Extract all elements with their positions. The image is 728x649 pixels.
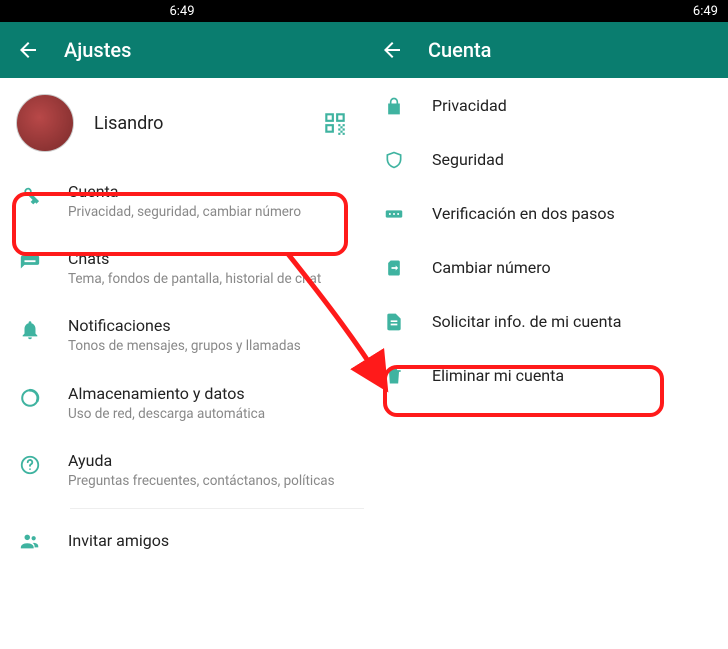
account-item-privacy[interactable]: Privacidad: [364, 78, 728, 132]
item-title: Invitar amigos: [68, 531, 346, 550]
account-item-delete[interactable]: Eliminar mi cuenta: [364, 348, 728, 402]
item-subtitle: Privacidad, seguridad, cambiar número: [68, 203, 346, 221]
app-bar: Cuenta: [364, 22, 728, 78]
settings-screen: 6:49 Ajustes Lisandro Cuenta Privacidad,…: [0, 0, 364, 649]
item-title: Verificación en dos pasos: [432, 204, 710, 223]
qr-code-icon[interactable]: [322, 110, 348, 136]
help-icon: [18, 453, 42, 477]
divider: [70, 508, 364, 509]
status-bar: 6:49: [364, 0, 728, 22]
status-time: 6:49: [169, 4, 194, 19]
item-title: Eliminar mi cuenta: [432, 366, 710, 385]
account-item-change-number[interactable]: Cambiar número: [364, 240, 728, 294]
sim-swap-icon: [382, 256, 406, 280]
lock-icon: [382, 94, 406, 118]
account-item-request-info[interactable]: Solicitar info. de mi cuenta: [364, 294, 728, 348]
item-subtitle: Uso de red, descarga automática: [68, 405, 346, 423]
settings-item-account[interactable]: Cuenta Privacidad, seguridad, cambiar nú…: [0, 168, 364, 235]
avatar: [16, 94, 74, 152]
settings-item-notifications[interactable]: Notificaciones Tonos de mensajes, grupos…: [0, 302, 364, 369]
item-title: Chats: [68, 249, 346, 268]
status-time: 6:49: [693, 4, 718, 19]
settings-item-chats[interactable]: Chats Tema, fondos de pantalla, historia…: [0, 235, 364, 302]
account-list: Privacidad Seguridad Verificación en dos…: [364, 78, 728, 402]
settings-item-invite[interactable]: Invitar amigos: [0, 513, 364, 567]
back-arrow-icon[interactable]: [380, 38, 404, 62]
chat-icon: [18, 251, 42, 275]
status-bar: 6:49: [0, 0, 364, 22]
item-title: Privacidad: [432, 96, 710, 115]
trash-icon: [382, 364, 406, 388]
page-title: Ajustes: [64, 38, 131, 62]
item-subtitle: Tema, fondos de pantalla, historial de c…: [68, 270, 346, 288]
account-item-two-step[interactable]: Verificación en dos pasos: [364, 186, 728, 240]
item-subtitle: Tonos de mensajes, grupos y llamadas: [68, 337, 346, 355]
people-icon: [18, 529, 42, 553]
settings-item-storage[interactable]: Almacenamiento y datos Uso de red, desca…: [0, 370, 364, 437]
shield-icon: [382, 148, 406, 172]
account-item-security[interactable]: Seguridad: [364, 132, 728, 186]
item-title: Solicitar info. de mi cuenta: [432, 312, 710, 331]
app-bar: Ajustes: [0, 22, 364, 78]
item-title: Ayuda: [68, 451, 346, 470]
item-title: Seguridad: [432, 150, 710, 169]
bell-icon: [18, 318, 42, 342]
key-icon: [18, 184, 42, 208]
account-screen: 6:49 Cuenta Privacidad Seguridad Verific…: [364, 0, 728, 649]
settings-item-help[interactable]: Ayuda Preguntas frecuentes, contáctanos,…: [0, 437, 364, 504]
settings-list: Cuenta Privacidad, seguridad, cambiar nú…: [0, 168, 364, 567]
back-arrow-icon[interactable]: [16, 38, 40, 62]
item-title: Almacenamiento y datos: [68, 384, 346, 403]
profile-name: Lisandro: [94, 113, 302, 134]
document-icon: [382, 310, 406, 334]
item-title: Notificaciones: [68, 316, 346, 335]
data-usage-icon: [18, 386, 42, 410]
item-title: Cambiar número: [432, 258, 710, 277]
page-title: Cuenta: [428, 38, 491, 62]
profile-row[interactable]: Lisandro: [0, 78, 364, 168]
item-title: Cuenta: [68, 182, 346, 201]
pin-icon: [382, 202, 406, 226]
item-subtitle: Preguntas frecuentes, contáctanos, polít…: [68, 472, 346, 490]
